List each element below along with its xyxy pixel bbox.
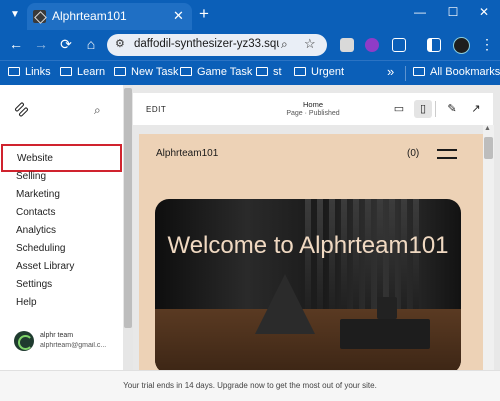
editor-panel: EDIT Home Page · Published ▭ ▯ ✎ ↗ Alphr…: [133, 85, 500, 370]
user-avatar[interactable]: [14, 331, 34, 351]
zoom-icon[interactable]: ⌕: [281, 37, 288, 52]
editor-scrollbar-thumb[interactable]: [484, 137, 493, 159]
toolbar-divider: [435, 101, 436, 117]
sidebar-item-selling[interactable]: Selling: [16, 171, 46, 182]
squarespace-favicon-icon: [33, 10, 46, 23]
extension-icon[interactable]: [340, 38, 354, 52]
folder-icon: [256, 67, 268, 76]
bookmarks-bar: Links Learn New Task Game Task st Urgent…: [0, 60, 500, 85]
new-tab-button[interactable]: +: [199, 4, 209, 24]
bookmark-new-task[interactable]: New Task: [114, 66, 178, 78]
window-close-button[interactable]: ✕: [474, 5, 494, 19]
profile-avatar[interactable]: [453, 37, 470, 54]
folder-icon: [8, 67, 20, 76]
sidebar-item-asset-library[interactable]: Asset Library: [16, 261, 74, 272]
site-title[interactable]: Alphrteam101: [156, 148, 218, 159]
site-preview[interactable]: Alphrteam101 (0) Welcome to Alphrteam101: [139, 134, 483, 370]
bookmark-st[interactable]: st: [256, 66, 282, 78]
open-external-icon[interactable]: ↗: [467, 100, 485, 118]
bookmark-star-icon[interactable]: ☆: [304, 36, 316, 52]
sidebar-item-marketing[interactable]: Marketing: [16, 189, 60, 200]
home-icon[interactable]: ⌂: [82, 36, 100, 52]
minimize-button[interactable]: —: [410, 5, 430, 19]
tab-title: Alphrteam101: [52, 9, 127, 23]
hero-cup: [377, 297, 397, 319]
hamburger-line: [437, 149, 457, 151]
sidebar: ⌕ Website Selling Marketing Contacts Ana…: [0, 85, 124, 401]
browser-title-bar: ▼ Alphrteam101 ✕ + — ☐ ✕: [0, 0, 500, 30]
reload-icon[interactable]: ⟳: [57, 36, 75, 53]
squarespace-page: ⌕ Website Selling Marketing Contacts Ana…: [0, 85, 500, 401]
page-name: Home: [302, 100, 323, 109]
browser-tab[interactable]: Alphrteam101 ✕: [27, 3, 192, 30]
sidebar-item-scheduling[interactable]: Scheduling: [16, 243, 65, 254]
hamburger-line: [437, 157, 457, 159]
maximize-button[interactable]: ☐: [443, 5, 463, 19]
bookmark-learn[interactable]: Learn: [60, 66, 105, 78]
site-info-icon[interactable]: ⚙: [115, 37, 125, 50]
bookmark-urgent[interactable]: Urgent: [294, 66, 344, 78]
scroll-up-arrow-icon[interactable]: ▲: [484, 125, 491, 132]
user-email[interactable]: alphrteam@gmail.c...: [40, 342, 122, 349]
squarespace-logo-icon[interactable]: [14, 101, 30, 118]
sidebar-item-website[interactable]: Website: [1, 144, 122, 172]
folder-icon: [413, 67, 425, 76]
user-name[interactable]: alphr team: [40, 332, 73, 339]
all-bookmarks[interactable]: All Bookmarks: [413, 66, 500, 78]
hamburger-menu-icon[interactable]: [437, 149, 457, 159]
bookmark-game-task[interactable]: Game Task: [180, 66, 252, 78]
tab-search-chevron-icon[interactable]: ▼: [6, 6, 24, 24]
editor-scrollbar[interactable]: ▲: [483, 125, 494, 370]
hero-pyramid: [255, 274, 315, 334]
design-brush-icon[interactable]: ✎: [443, 100, 461, 118]
back-arrow-icon[interactable]: ←: [7, 36, 25, 52]
folder-icon: [114, 67, 126, 76]
folder-icon: [294, 67, 306, 76]
desktop-view-icon[interactable]: ▭: [390, 100, 408, 118]
folder-icon: [60, 67, 72, 76]
hero-box: [340, 319, 430, 349]
sidebar-item-analytics[interactable]: Analytics: [16, 225, 56, 236]
extensions-puzzle-icon[interactable]: [392, 38, 406, 52]
sidebar-item-contacts[interactable]: Contacts: [16, 207, 55, 218]
sidebar-scrollbar[interactable]: [123, 85, 133, 373]
more-menu-icon[interactable]: ⋮: [478, 36, 496, 53]
extension-purple-icon[interactable]: [365, 38, 379, 52]
mobile-view-icon[interactable]: ▯: [414, 100, 432, 118]
search-icon[interactable]: ⌕: [94, 103, 101, 118]
hero-heading[interactable]: Welcome to Alphrteam101: [155, 232, 461, 260]
editor-toolbar: EDIT Home Page · Published ▭ ▯ ✎ ↗: [133, 93, 493, 125]
bookmark-links[interactable]: Links: [8, 66, 51, 78]
page-status: Page · Published: [286, 110, 340, 117]
sidebar-item-help[interactable]: Help: [16, 297, 37, 308]
sidebar-scrollbar-thumb[interactable]: [124, 88, 132, 328]
bookmarks-overflow-icon[interactable]: »: [387, 64, 394, 79]
address-url[interactable]: daffodil-synthesizer-yz33.squ...: [134, 38, 279, 50]
forward-arrow-icon[interactable]: →: [32, 36, 50, 52]
cart-count[interactable]: (0): [407, 148, 419, 159]
edit-button[interactable]: EDIT: [146, 105, 166, 114]
bookmarks-divider: [405, 66, 406, 81]
side-panel-icon[interactable]: [427, 38, 441, 52]
trial-banner-text[interactable]: Your trial ends in 14 days. Upgrade now …: [0, 381, 500, 390]
trial-banner[interactable]: Your trial ends in 14 days. Upgrade now …: [0, 370, 500, 401]
sidebar-item-settings[interactable]: Settings: [16, 279, 52, 290]
tab-close-icon[interactable]: ✕: [173, 8, 184, 24]
hero-image[interactable]: Welcome to Alphrteam101: [155, 199, 461, 370]
browser-toolbar: ← → ⟳ ⌂ ⚙ daffodil-synthesizer-yz33.squ.…: [0, 30, 500, 60]
address-bar[interactable]: ⚙ daffodil-synthesizer-yz33.squ... ⌕ ☆: [107, 34, 327, 56]
folder-icon: [180, 67, 192, 76]
